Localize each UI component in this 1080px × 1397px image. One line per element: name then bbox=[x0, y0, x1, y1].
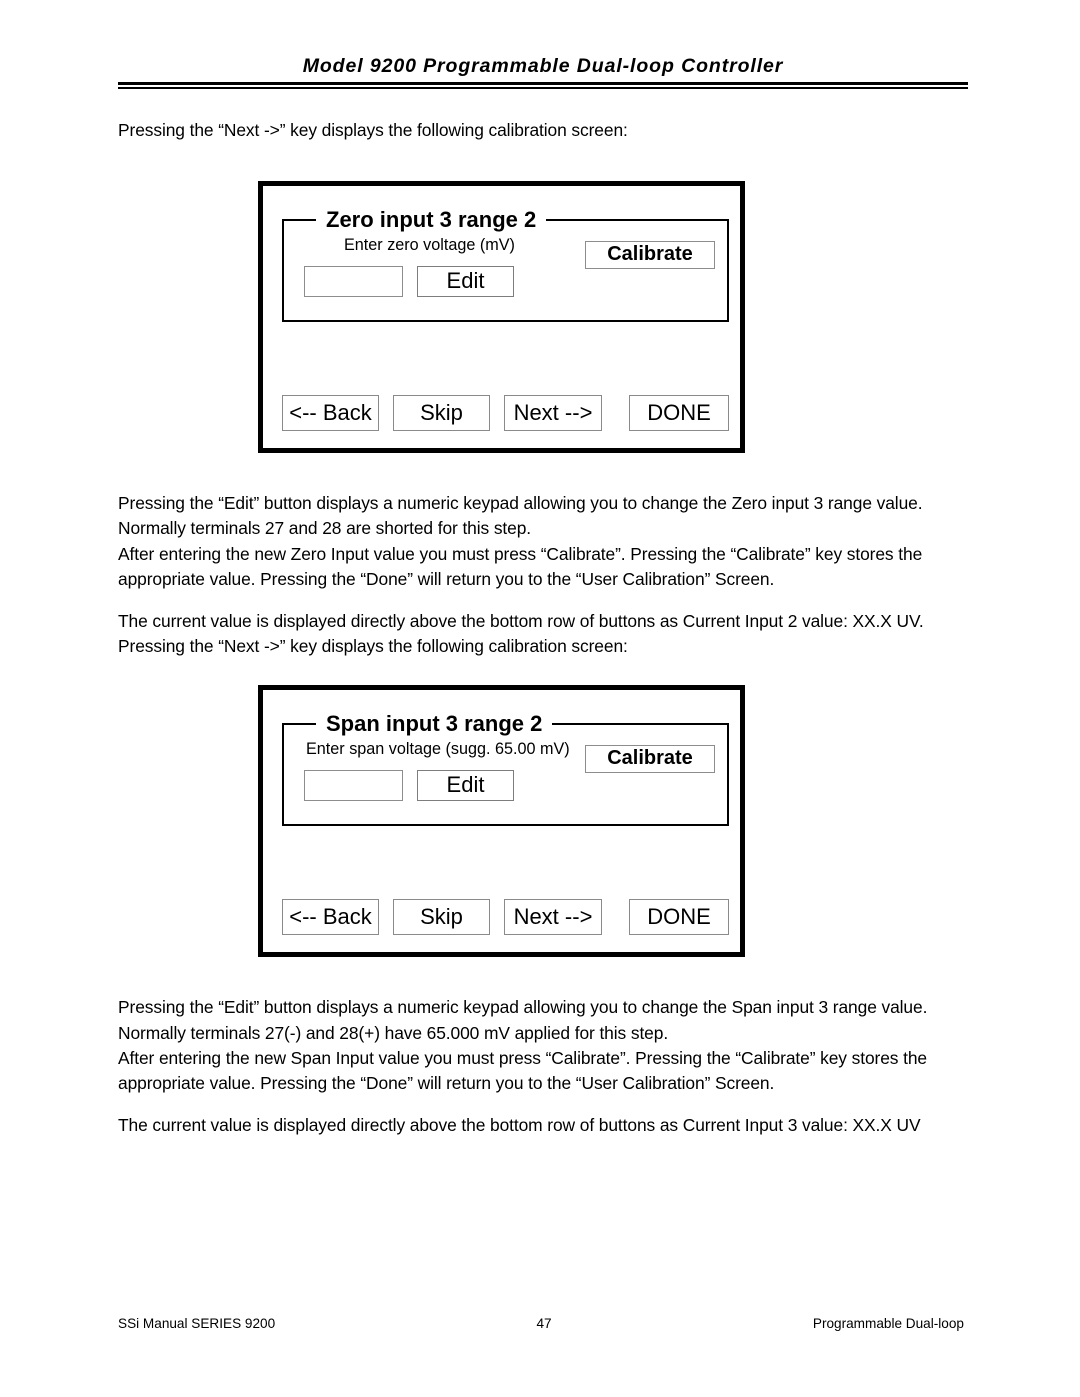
zero-edit-button[interactable]: Edit bbox=[417, 266, 514, 298]
span-done-button[interactable]: DONE bbox=[629, 899, 729, 936]
span-back-button[interactable]: <-- Back bbox=[282, 899, 379, 936]
zero-next-button[interactable]: Next --> bbox=[504, 395, 602, 432]
span-paragraph-2: After entering the new Span Input value … bbox=[118, 1047, 927, 1094]
zero-dialog-wrapper: Zero input 3 range 2 Enter zero voltage … bbox=[118, 181, 978, 454]
span-current-value-paragraph: The current value is displayed directly … bbox=[118, 1115, 921, 1136]
zero-fieldset-legend: Zero input 3 range 2 bbox=[316, 207, 547, 234]
span-input-fieldset: Span input 3 range 2 Enter span voltage … bbox=[282, 711, 729, 827]
span-calibration-dialog: Span input 3 range 2 Enter span voltage … bbox=[258, 685, 745, 958]
span-dialog-wrapper: Span input 3 range 2 Enter span voltage … bbox=[118, 685, 978, 958]
zero-value-input[interactable] bbox=[304, 266, 403, 298]
header-rule-thin bbox=[118, 87, 968, 89]
span-value-input[interactable] bbox=[304, 770, 403, 802]
span-skip-button[interactable]: Skip bbox=[393, 899, 490, 936]
zero-next-prompt-paragraph: Pressing the “Next ->” key displays the … bbox=[118, 636, 628, 657]
zero-skip-button[interactable]: Skip bbox=[393, 395, 490, 432]
span-prompt-label: Enter span voltage (sugg. 65.00 mV) bbox=[306, 740, 570, 759]
span-calibrate-button[interactable]: Calibrate bbox=[585, 745, 715, 774]
span-fieldset-legend: Span input 3 range 2 bbox=[316, 711, 553, 738]
zero-calibrate-button[interactable]: Calibrate bbox=[585, 241, 715, 270]
zero-calibration-dialog: Zero input 3 range 2 Enter zero voltage … bbox=[258, 181, 745, 454]
zero-paragraph-1: Pressing the “Edit” button displays a nu… bbox=[118, 493, 923, 539]
span-dialog-button-row: <-- Back Skip Next --> DONE bbox=[282, 899, 731, 936]
span-paragraph-1: Pressing the “Edit” button displays a nu… bbox=[118, 997, 928, 1043]
span-edit-button[interactable]: Edit bbox=[417, 770, 514, 802]
page-header: Model 9200 Programmable Dual-loop Contro… bbox=[118, 55, 968, 89]
intro-paragraph: Pressing the “Next ->” key displays the … bbox=[118, 120, 628, 140]
zero-paragraph-2: After entering the new Zero Input value … bbox=[118, 543, 923, 589]
zero-input-fieldset: Zero input 3 range 2 Enter zero voltage … bbox=[282, 207, 729, 323]
zero-back-button[interactable]: <-- Back bbox=[282, 395, 379, 432]
zero-done-button[interactable]: DONE bbox=[629, 395, 729, 432]
zero-dialog-button-row: <-- Back Skip Next --> DONE bbox=[282, 395, 731, 432]
header-divider bbox=[118, 82, 968, 89]
page-title: Model 9200 Programmable Dual-loop Contro… bbox=[302, 55, 784, 77]
footer-product-label: Programmable Dual-loop bbox=[812, 1316, 964, 1331]
span-next-button[interactable]: Next --> bbox=[504, 899, 602, 936]
zero-current-value-paragraph: The current value is displayed directly … bbox=[118, 611, 924, 632]
zero-prompt-label: Enter zero voltage (mV) bbox=[344, 236, 515, 255]
page-content: Pressing the “Next ->” key displays the … bbox=[118, 118, 978, 1138]
